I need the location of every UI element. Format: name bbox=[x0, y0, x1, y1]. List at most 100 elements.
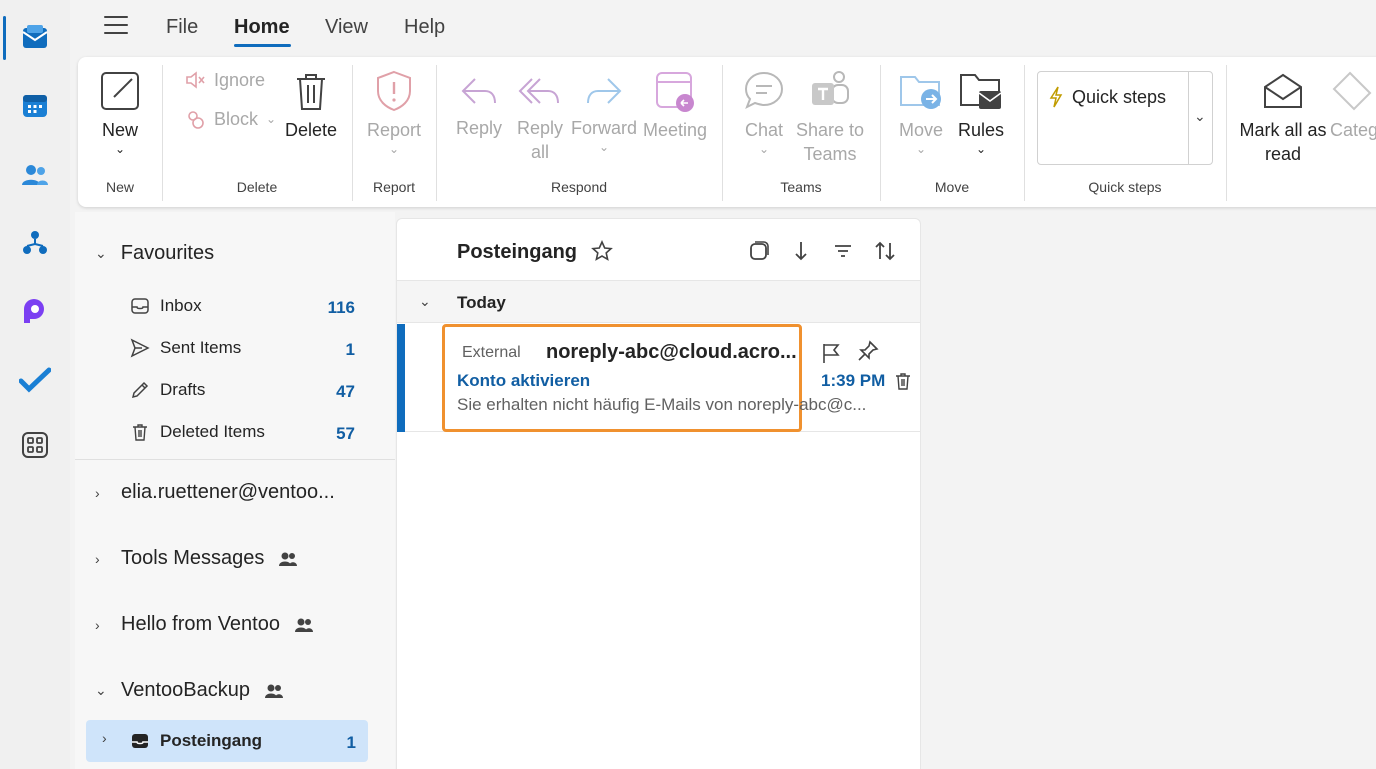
delete-label: Delete bbox=[284, 120, 338, 140]
account-elia[interactable]: › elia.ruettener@ventoo... bbox=[95, 481, 335, 504]
group-label-respond: Respond bbox=[550, 179, 608, 195]
people-app-icon[interactable] bbox=[0, 150, 70, 200]
selection-bar bbox=[397, 324, 405, 432]
report-button[interactable]: Report ⌄ bbox=[364, 69, 424, 156]
jump-to-icon[interactable] bbox=[789, 239, 813, 263]
pin-icon[interactable] bbox=[857, 340, 879, 362]
share-to-teams-button[interactable]: Share to Teams bbox=[794, 69, 866, 166]
send-icon bbox=[130, 338, 150, 358]
ignore-icon bbox=[186, 71, 205, 89]
delete-button[interactable]: Delete bbox=[282, 69, 340, 142]
folder-name: Deleted Items bbox=[160, 422, 265, 441]
lightning-icon bbox=[1049, 86, 1063, 108]
reply-all-label-2: all bbox=[530, 142, 549, 162]
loop-app-icon[interactable] bbox=[0, 287, 70, 337]
group-label-quick-steps: Quick steps bbox=[1088, 179, 1162, 195]
folder-name: Drafts bbox=[160, 380, 206, 399]
quick-steps-label: Quick steps bbox=[1072, 86, 1167, 107]
account-label: VentooBackup bbox=[121, 679, 250, 701]
trash-icon[interactable] bbox=[893, 371, 913, 391]
tab-view[interactable]: View bbox=[325, 16, 368, 39]
mark-all-label-1: Mark all as bbox=[1239, 120, 1327, 140]
block-button[interactable]: Block ⌄ bbox=[184, 108, 276, 130]
select-icon[interactable] bbox=[747, 239, 771, 263]
mark-all-read-button[interactable]: Mark all as read bbox=[1236, 69, 1330, 166]
reply-all-label-1: Reply bbox=[516, 118, 564, 138]
chevron-down-icon: ⌄ bbox=[95, 245, 107, 261]
account-tools-messages[interactable]: › Tools Messages bbox=[95, 547, 298, 570]
date-group-header[interactable]: ⌄ Today bbox=[397, 281, 920, 323]
message-time: 1:39 PM bbox=[821, 371, 886, 390]
folder-inbox[interactable]: Inbox 116 bbox=[75, 286, 375, 326]
rules-button[interactable]: Rules ⌄ bbox=[954, 69, 1008, 156]
meeting-label: Meeting bbox=[642, 120, 708, 140]
chat-button[interactable]: Chat ⌄ bbox=[738, 69, 790, 156]
forward-button[interactable]: Forward ⌄ bbox=[570, 71, 638, 154]
folder-deleted-items[interactable]: Deleted Items 57 bbox=[75, 412, 375, 452]
account-label: elia.ruettener@ventoo... bbox=[121, 481, 335, 503]
rules-label: Rules bbox=[957, 120, 1005, 140]
unread-count: 1 bbox=[345, 340, 355, 359]
flag-icon[interactable] bbox=[821, 342, 841, 364]
categorize-button[interactable]: Categ bbox=[1330, 69, 1376, 142]
filter-icon[interactable] bbox=[831, 239, 855, 263]
org-explorer-icon[interactable] bbox=[0, 218, 70, 268]
tab-file[interactable]: File bbox=[166, 16, 198, 39]
mail-app-icon[interactable] bbox=[0, 12, 70, 62]
quick-steps-gallery[interactable]: Quick steps ⌄ bbox=[1037, 71, 1213, 165]
chevron-right-icon: › bbox=[102, 730, 107, 746]
date-group-label: Today bbox=[457, 293, 506, 312]
ribbon: New ⌄ New Ignore Block ⌄ Delete Delete R… bbox=[78, 57, 1376, 207]
chevron-down-icon: ⌄ bbox=[598, 140, 610, 154]
reply-all-button[interactable]: Reply all bbox=[510, 71, 570, 164]
account-ventoobackup[interactable]: ⌄ VentooBackup bbox=[95, 679, 284, 702]
ignore-button[interactable]: Ignore bbox=[184, 69, 265, 91]
external-tag: External bbox=[462, 344, 521, 361]
chat-bubble-icon bbox=[744, 71, 784, 110]
chevron-down-icon: ⌄ bbox=[266, 112, 277, 126]
tag-icon bbox=[1332, 71, 1372, 111]
message-preview: Sie erhalten nicht häufig E-Mails von no… bbox=[457, 395, 867, 414]
folder-drafts[interactable]: Drafts 47 bbox=[75, 370, 375, 410]
message-item[interactable]: External noreply-abc@cloud.acro... Konto… bbox=[397, 324, 920, 432]
chevron-down-icon: ⌄ bbox=[915, 142, 927, 156]
inbox-icon bbox=[132, 734, 148, 748]
calendar-app-icon[interactable] bbox=[0, 80, 70, 130]
sender-name: noreply-abc@cloud.acro... bbox=[546, 341, 797, 363]
hamburger-menu-icon[interactable] bbox=[104, 16, 128, 36]
meeting-button[interactable]: Meeting bbox=[640, 71, 710, 142]
move-button[interactable]: Move ⌄ bbox=[894, 69, 948, 156]
more-apps-icon[interactable] bbox=[0, 420, 70, 470]
shield-alert-icon bbox=[377, 70, 411, 112]
quick-steps-item[interactable]: Quick steps bbox=[1048, 86, 1166, 108]
tab-home[interactable]: Home bbox=[234, 16, 290, 39]
new-mail-icon bbox=[101, 72, 139, 110]
trash-icon bbox=[133, 424, 147, 441]
tab-help[interactable]: Help bbox=[404, 16, 445, 39]
sort-icon[interactable] bbox=[873, 239, 897, 263]
unread-count: 116 bbox=[327, 298, 355, 317]
reply-button[interactable]: Reply bbox=[450, 71, 508, 140]
move-folder-icon bbox=[900, 76, 941, 109]
group-icon bbox=[265, 684, 283, 698]
group-label-teams: Teams bbox=[780, 179, 822, 195]
inbox-icon bbox=[131, 298, 149, 314]
open-envelope-icon bbox=[1264, 73, 1302, 108]
share-label-1: Share to bbox=[795, 120, 865, 140]
chat-label: Chat bbox=[744, 120, 784, 140]
todo-app-icon[interactable] bbox=[0, 355, 70, 405]
folder-posteingang-selected[interactable]: › Posteingang 1 bbox=[86, 720, 368, 762]
ignore-label: Ignore bbox=[214, 69, 266, 90]
chevron-right-icon: › bbox=[95, 550, 100, 567]
favourites-label: Favourites bbox=[120, 242, 215, 264]
block-label: Block bbox=[214, 108, 259, 129]
new-button[interactable]: New ⌄ bbox=[92, 69, 148, 156]
account-label: Hello from Ventoo bbox=[121, 613, 280, 635]
folder-sent-items[interactable]: Sent Items 1 bbox=[75, 328, 375, 368]
favourites-header[interactable]: ⌄ Favourites bbox=[95, 242, 214, 265]
chevron-down-icon[interactable]: ⌄ bbox=[1194, 108, 1206, 125]
account-hello-from-ventoo[interactable]: › Hello from Ventoo bbox=[95, 613, 314, 636]
teams-icon bbox=[812, 71, 849, 105]
unread-count: 1 bbox=[346, 733, 356, 752]
star-icon[interactable] bbox=[591, 240, 613, 262]
